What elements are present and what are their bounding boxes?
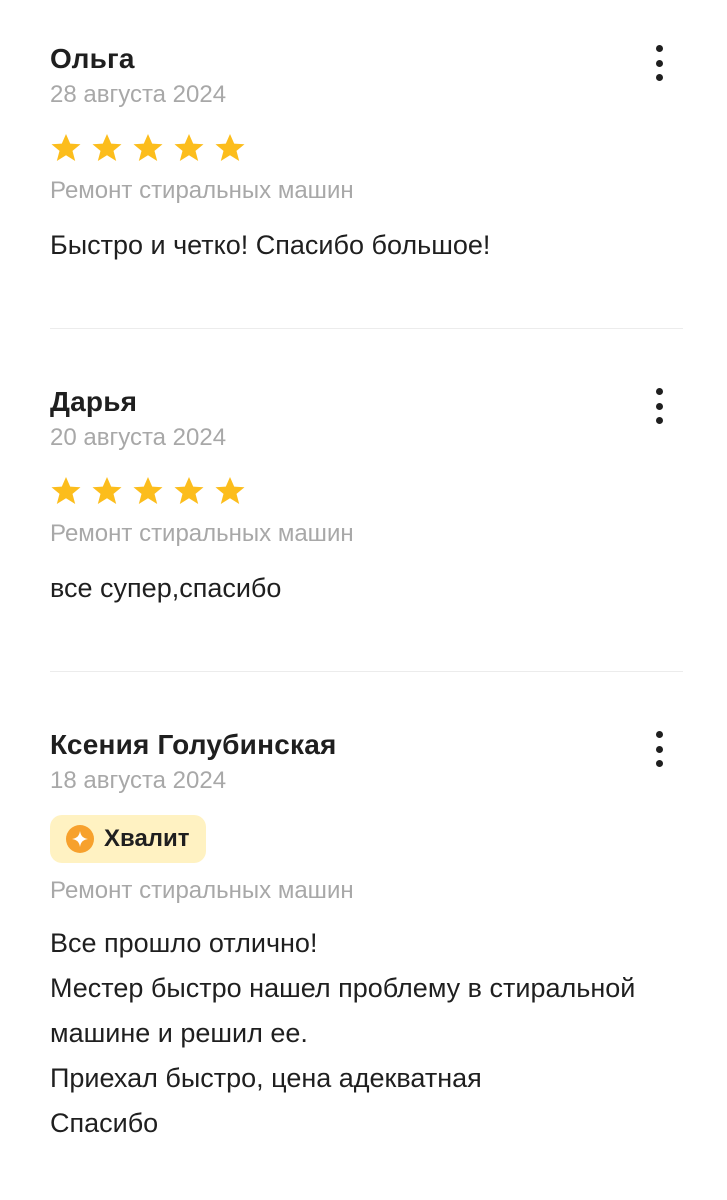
- star-icon: [215, 477, 245, 504]
- menu-dot: [655, 59, 663, 67]
- review-divider: [50, 328, 683, 329]
- review-date: 20 августа 2024: [50, 424, 227, 451]
- menu-dot: [655, 45, 663, 52]
- review-text: Быстро и четко! Спасибо большое!: [50, 230, 491, 260]
- star-rating: [50, 474, 683, 508]
- review-author[interactable]: Дарья: [50, 386, 683, 418]
- star-icon: [133, 134, 163, 161]
- menu-dot: [655, 745, 663, 753]
- review-date: 18 августа 2024: [50, 767, 227, 794]
- star-icon: [215, 134, 245, 161]
- review-author[interactable]: Ольга: [50, 43, 683, 75]
- menu-dot: [655, 402, 663, 410]
- review-service: Ремонт стиральных машин: [50, 877, 354, 904]
- review-text: все супер,спасибо: [50, 573, 282, 603]
- menu-dot: [655, 388, 663, 395]
- sparkle-icon: [66, 825, 94, 853]
- review-card: Ксения Голубинская 18 августа 2024 Хвали…: [50, 729, 683, 1146]
- praise-badge: Хвалит: [50, 815, 206, 863]
- star-rating: [50, 131, 683, 165]
- review-divider: [50, 671, 683, 672]
- review-card: Дарья 20 августа 2024 Ремонт стиральных …: [50, 386, 683, 611]
- star-icon: [92, 477, 122, 504]
- menu-dot: [655, 74, 663, 81]
- more-options-icon[interactable]: [647, 386, 671, 426]
- star-icon: [51, 134, 81, 161]
- review-date: 28 августа 2024: [50, 81, 227, 108]
- review-author[interactable]: Ксения Голубинская: [50, 729, 683, 761]
- badge-label: Хвалит: [104, 825, 190, 852]
- menu-dot: [655, 731, 663, 738]
- star-icon: [174, 134, 204, 161]
- review-service: Ремонт стиральных машин: [50, 520, 354, 547]
- star-icon: [51, 477, 81, 504]
- review-text: Все прошло отлично! Местер быстро нашел …: [50, 928, 636, 1138]
- more-options-icon[interactable]: [647, 43, 671, 83]
- review-card: Ольга 28 августа 2024 Ремонт стиральных …: [50, 43, 683, 268]
- star-icon: [174, 477, 204, 504]
- star-icon: [133, 477, 163, 504]
- more-options-icon[interactable]: [647, 729, 671, 769]
- review-service: Ремонт стиральных машин: [50, 177, 354, 204]
- menu-dot: [655, 417, 663, 424]
- menu-dot: [655, 760, 663, 767]
- star-icon: [92, 134, 122, 161]
